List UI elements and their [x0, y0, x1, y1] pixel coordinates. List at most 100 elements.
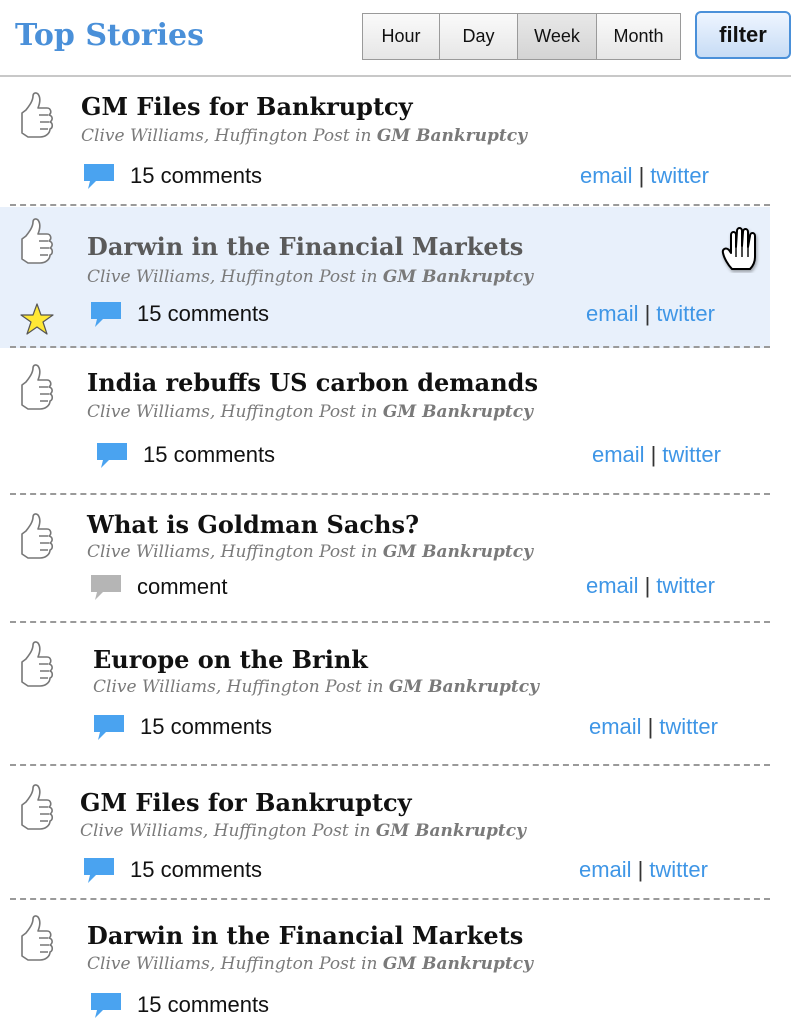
comment-link[interactable]: comment [89, 573, 227, 601]
time-filter-group: Hour Day Week Month [362, 13, 681, 60]
story-byline: Clive Williams, Huffington Post in GM Ba… [81, 126, 527, 146]
divider [10, 764, 770, 766]
byline-text: Clive Williams, Huffington Post in [87, 954, 378, 974]
story-title[interactable]: GM Files for Bankruptcy [80, 788, 412, 817]
divider [10, 346, 770, 348]
comments-count: 15 comments [140, 714, 273, 739]
topic-link[interactable]: GM Bankruptcy [383, 267, 533, 287]
story-byline: Clive Williams, Huffington Post in GM Ba… [87, 402, 533, 422]
email-link[interactable]: email [579, 857, 632, 882]
byline-text: Clive Williams, Huffington Post in [93, 677, 384, 697]
byline-text: Clive Williams, Huffington Post in [87, 402, 378, 422]
twitter-link[interactable]: twitter [656, 573, 715, 598]
comment-bubble-icon [97, 443, 127, 468]
comments-count: 15 comments [130, 163, 263, 188]
comment-bubble-icon [91, 575, 121, 600]
comments-link[interactable]: 15 comments [95, 441, 275, 469]
story-byline: Clive Williams, Huffington Post in GM Ba… [87, 542, 533, 562]
divider [10, 898, 770, 900]
comments-link[interactable]: 15 comments [82, 162, 262, 190]
story-item: GM Files for Bankruptcy Clive Williams, … [0, 767, 770, 900]
story-title[interactable]: What is Goldman Sachs? [87, 510, 419, 539]
twitter-link[interactable]: twitter [656, 301, 715, 326]
twitter-link[interactable]: twitter [649, 857, 708, 882]
story-title[interactable]: Europe on the Brink [93, 645, 368, 674]
story-byline: Clive Williams, Huffington Post in GM Ba… [87, 267, 533, 287]
thumbs-up-icon[interactable] [18, 914, 58, 962]
separator: | [650, 442, 657, 467]
comment-bubble-icon [84, 164, 114, 189]
comments-link[interactable]: 15 comments [82, 856, 262, 884]
share-links: email | twitter [586, 301, 715, 327]
thumbs-up-icon[interactable] [18, 640, 58, 688]
twitter-link[interactable]: twitter [659, 714, 718, 739]
hand-cursor-icon [721, 227, 756, 270]
story-title[interactable]: India rebuffs US carbon demands [87, 368, 538, 397]
filter-button[interactable]: filter [695, 11, 791, 59]
story-item: Europe on the Brink Clive Williams, Huff… [0, 624, 770, 766]
thumbs-up-icon[interactable] [18, 783, 58, 831]
comments-count: 15 comments [143, 442, 276, 467]
share-links: email | twitter [586, 573, 715, 599]
topic-link[interactable]: GM Bankruptcy [383, 402, 533, 422]
thumbs-up-icon[interactable] [18, 363, 58, 411]
share-links: email | twitter [579, 857, 708, 883]
comment-bubble-icon [84, 858, 114, 883]
email-link[interactable]: email [580, 163, 633, 188]
comments-count: 15 comments [130, 857, 263, 882]
story-item-highlighted: Darwin in the Financial Markets Clive Wi… [0, 207, 770, 348]
topic-link[interactable]: GM Bankruptcy [389, 677, 539, 697]
comment-bubble-icon [94, 715, 124, 740]
email-link[interactable]: email [586, 301, 639, 326]
story-title[interactable]: Darwin in the Financial Markets [87, 921, 523, 950]
thumbs-up-icon[interactable] [18, 512, 58, 560]
separator: | [647, 714, 654, 739]
comments-link[interactable]: 15 comments [92, 713, 272, 741]
time-filter-month[interactable]: Month [597, 14, 680, 59]
comments-count: 15 comments [137, 301, 270, 326]
comments-count: 15 comments [137, 992, 270, 1017]
comments-count: comment [137, 574, 228, 599]
thumbs-up-icon[interactable] [18, 217, 58, 265]
story-byline: Clive Williams, Huffington Post in GM Ba… [93, 677, 539, 697]
email-link[interactable]: email [589, 714, 642, 739]
story-byline: Clive Williams, Huffington Post in GM Ba… [80, 821, 526, 841]
share-links: email | twitter [592, 442, 721, 468]
divider [10, 204, 770, 206]
divider [10, 493, 770, 495]
comments-link[interactable]: 15 comments [89, 300, 269, 328]
byline-text: Clive Williams, Huffington Post in [81, 126, 372, 146]
header: Top Stories Hour Day Week Month filter [0, 0, 791, 77]
byline-text: Clive Williams, Huffington Post in [80, 821, 371, 841]
separator: | [637, 857, 644, 882]
twitter-link[interactable]: twitter [662, 442, 721, 467]
topic-link[interactable]: GM Bankruptcy [383, 542, 533, 562]
topic-link[interactable]: GM Bankruptcy [376, 821, 526, 841]
byline-text: Clive Williams, Huffington Post in [87, 542, 378, 562]
twitter-link[interactable]: twitter [650, 163, 709, 188]
email-link[interactable]: email [592, 442, 645, 467]
time-filter-day[interactable]: Day [440, 14, 518, 59]
story-item: GM Files for Bankruptcy Clive Williams, … [0, 77, 770, 206]
topic-link[interactable]: GM Bankruptcy [383, 954, 533, 974]
story-item: Darwin in the Financial Markets Clive Wi… [0, 901, 770, 1027]
time-filter-hour[interactable]: Hour [363, 14, 440, 59]
story-title[interactable]: Darwin in the Financial Markets [87, 232, 523, 261]
share-links: email | twitter [589, 714, 718, 740]
topic-link[interactable]: GM Bankruptcy [377, 126, 527, 146]
byline-text: Clive Williams, Huffington Post in [87, 267, 378, 287]
story-item: India rebuffs US carbon demands Clive Wi… [0, 349, 770, 495]
comment-bubble-icon [91, 993, 121, 1018]
comments-link[interactable]: 15 comments [89, 991, 269, 1019]
divider [10, 621, 770, 623]
separator: | [644, 573, 651, 598]
thumbs-up-icon[interactable] [18, 91, 58, 139]
star-icon[interactable] [20, 302, 54, 336]
story-item: What is Goldman Sachs? Clive Williams, H… [0, 496, 770, 623]
email-link[interactable]: email [586, 573, 639, 598]
time-filter-week[interactable]: Week [518, 14, 597, 59]
separator: | [638, 163, 645, 188]
comment-bubble-icon [91, 302, 121, 327]
share-links: email | twitter [580, 163, 709, 189]
story-title[interactable]: GM Files for Bankruptcy [81, 92, 413, 121]
